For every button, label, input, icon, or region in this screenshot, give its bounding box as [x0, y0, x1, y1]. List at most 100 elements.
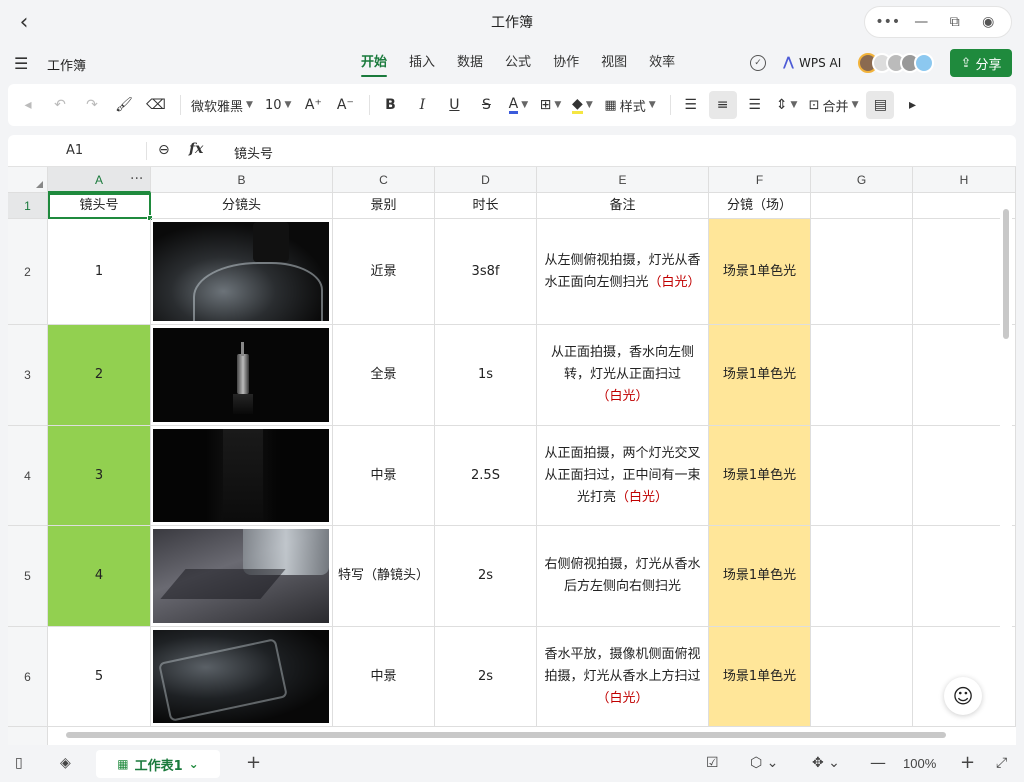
move-view-icon[interactable]: ✥ ⌄ [812, 755, 840, 771]
cell-e4[interactable]: 从正面拍摄，两个灯光交叉从正面扫过，正中间有一束光打亮（白光） [537, 426, 709, 526]
row-header-1[interactable]: 1 [8, 193, 48, 219]
cell-c6[interactable]: 中景 [333, 627, 435, 727]
minimize-icon[interactable]: — [909, 10, 933, 34]
cell-d1[interactable]: 时长 [435, 193, 537, 219]
tab-home[interactable]: 开始 [350, 44, 398, 82]
vertical-scrollbar[interactable] [1000, 193, 1012, 725]
cell-g6[interactable] [811, 627, 913, 727]
font-color-icon[interactable]: A ▼ [504, 91, 532, 119]
checklist-icon[interactable]: ☑ [706, 755, 719, 771]
add-sheet-icon[interactable]: + [246, 752, 261, 773]
cell-g2[interactable] [811, 219, 913, 325]
cell-e1[interactable]: 备注 [537, 193, 709, 219]
cell-f4[interactable]: 场景1单色光 [709, 426, 811, 526]
column-header-f[interactable]: F [709, 167, 811, 193]
font-family-select[interactable]: 微软雅黑 ▼ [187, 91, 257, 119]
vertical-align-icon[interactable]: ⇕ ▼ [773, 91, 801, 119]
format-painter-icon[interactable]: 🖌 [110, 91, 138, 119]
tab-data[interactable]: 数据 [446, 44, 494, 82]
cell-f3[interactable]: 场景1单色光 [709, 325, 811, 426]
row-header-7[interactable] [8, 727, 48, 745]
vertical-scroll-thumb[interactable] [1003, 209, 1009, 339]
row-header-5[interactable]: 5 [8, 526, 48, 627]
merge-cells-button[interactable]: ⊡ 合并 ▼ [805, 91, 863, 119]
cell-c4[interactable]: 中景 [333, 426, 435, 526]
align-left-icon[interactable]: ☰ [677, 91, 705, 119]
cell-a4[interactable]: 3 [48, 426, 151, 526]
formula-input[interactable]: 镜头号 [234, 143, 273, 162]
function-icon[interactable]: fx [189, 141, 203, 157]
undo-icon[interactable]: ↶ [46, 91, 74, 119]
column-header-g[interactable]: G [811, 167, 913, 193]
zoom-out-icon[interactable]: — [870, 753, 886, 772]
cell-style-button[interactable]: ▦ 样式 ▼ [600, 91, 659, 119]
wps-ai-button[interactable]: ⋀ WPS AI [783, 55, 841, 70]
cell-b2[interactable] [151, 219, 333, 325]
cell-a5[interactable]: 4 [48, 526, 151, 627]
font-size-select[interactable]: 10 ▼ [261, 91, 295, 119]
strikethrough-icon[interactable]: S [472, 91, 500, 119]
increase-font-icon[interactable]: A⁺ [299, 91, 327, 119]
cell-f1[interactable]: 分镜（场） [709, 193, 811, 219]
cell-e2[interactable]: 从左侧俯视拍摄，灯光从香水正面向左侧扫光（白光） [537, 219, 709, 325]
cell-f2[interactable]: 场景1单色光 [709, 219, 811, 325]
fullscreen-icon[interactable]: ⤢ [996, 755, 1007, 771]
cell-e5[interactable]: 右侧俯视拍摄，灯光从香水后方左侧向右侧扫光 [537, 526, 709, 627]
layers-icon[interactable]: ◈ [60, 755, 71, 771]
scroll-right-icon[interactable]: ▸ [898, 91, 926, 119]
redo-icon[interactable]: ↷ [78, 91, 106, 119]
cell-c3[interactable]: 全景 [333, 325, 435, 426]
wrap-text-icon[interactable]: ▤ [866, 91, 895, 119]
borders-icon[interactable]: ⊞ ▼ [536, 91, 564, 119]
tab-formula[interactable]: 公式 [494, 44, 542, 82]
cell-d2[interactable]: 3s8f [435, 219, 537, 325]
horizontal-scrollbar[interactable] [48, 728, 998, 742]
tab-efficiency[interactable]: 效率 [638, 44, 686, 82]
zoom-level[interactable]: 100% [903, 756, 936, 771]
name-box[interactable]: A1 [66, 143, 83, 158]
more-icon[interactable]: ••• [875, 10, 900, 34]
assistant-mascot-icon[interactable]: ☺ [944, 677, 982, 715]
sheet-tab-1[interactable]: ▦ 工作表1 ⌄ [96, 750, 220, 778]
column-header-c[interactable]: C [333, 167, 435, 193]
select-all-corner[interactable] [8, 167, 48, 193]
bold-icon[interactable]: B [376, 91, 404, 119]
cell-d6[interactable]: 2s [435, 627, 537, 727]
restore-icon[interactable]: ⧉ [943, 10, 967, 34]
horizontal-scroll-thumb[interactable] [66, 732, 946, 738]
cell-b1[interactable]: 分镜头 [151, 193, 333, 219]
cell-e3[interactable]: 从正面拍摄，香水向左侧转，灯光从正面扫过（白光） [537, 325, 709, 426]
cell-a3[interactable]: 2 [48, 325, 151, 426]
cell-a2[interactable]: 1 [48, 219, 151, 325]
row-header-3[interactable]: 3 [8, 325, 48, 426]
cell-g1[interactable] [811, 193, 913, 219]
document-name[interactable]: 工作簿 [47, 55, 86, 74]
sidebar-toggle-icon[interactable]: ▯ [15, 755, 23, 771]
cell-b3[interactable] [151, 325, 333, 426]
hamburger-menu-icon[interactable]: ☰ [14, 54, 28, 73]
italic-icon[interactable]: I [408, 91, 436, 119]
cell-a1[interactable]: 镜头号 [48, 193, 151, 219]
align-right-icon[interactable]: ☰ [741, 91, 769, 119]
cell-f5[interactable]: 场景1单色光 [709, 526, 811, 627]
zoom-in-icon[interactable]: + [960, 752, 975, 773]
clear-format-icon[interactable]: ⌫ [142, 91, 170, 119]
cell-f6[interactable]: 场景1单色光 [709, 627, 811, 727]
close-circle-icon[interactable]: ◉ [976, 10, 1000, 34]
tab-collaborate[interactable]: 协作 [542, 44, 590, 82]
zoom-search-icon[interactable]: ⊖ [158, 142, 170, 158]
align-center-icon[interactable]: ≡ [708, 91, 737, 119]
cell-b6[interactable] [151, 627, 333, 727]
cell-a6[interactable]: 5 [48, 627, 151, 727]
row-header-6[interactable]: 6 [8, 627, 48, 727]
protect-icon[interactable]: ⬡ ⌄ [750, 755, 778, 771]
column-header-h[interactable]: H [913, 167, 1016, 193]
fill-color-icon[interactable]: ◆ ▼ [568, 91, 596, 119]
cell-d5[interactable]: 2s [435, 526, 537, 627]
cloud-sync-icon[interactable]: ✓ [750, 55, 766, 71]
collaborator-avatars[interactable] [858, 53, 934, 73]
decrease-font-icon[interactable]: A⁻ [331, 91, 359, 119]
row-header-4[interactable]: 4 [8, 426, 48, 526]
tab-view[interactable]: 视图 [590, 44, 638, 82]
cell-g5[interactable] [811, 526, 913, 627]
